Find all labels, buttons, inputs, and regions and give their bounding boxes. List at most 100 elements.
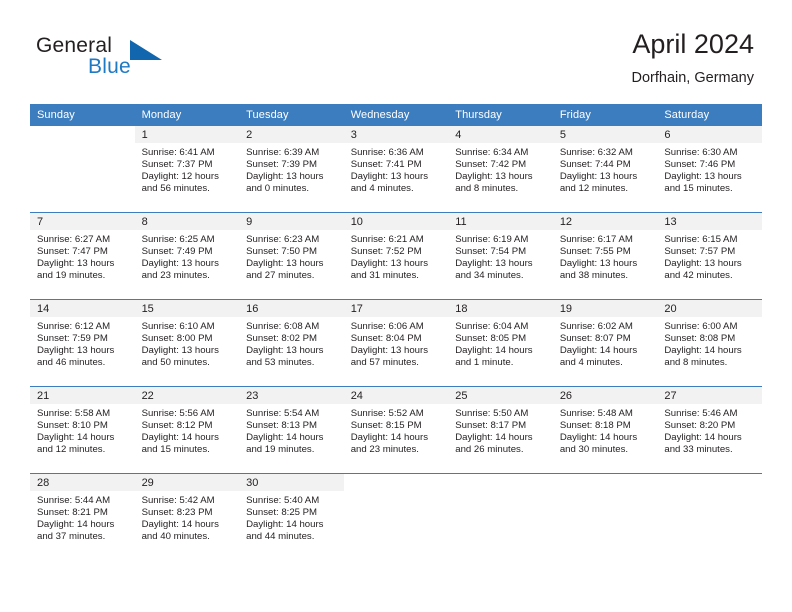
daylight-text-line1: Daylight: 13 hours <box>350 258 429 270</box>
day-cell[interactable]: 28 Sunrise: 5:44 AM Sunset: 8:21 PM Dayligh… <box>30 474 135 564</box>
day-info: Sunrise: 5:40 AM Sunset: 8:25 PM Daylight:… <box>239 491 344 543</box>
sunset-text: Sunset: 8:02 PM <box>246 333 318 345</box>
sunrise-text: Sunrise: 5:46 AM <box>664 408 738 419</box>
daylight-text-line2: and 37 minutes. <box>37 531 106 543</box>
daylight-text-line1: Daylight: 13 hours <box>350 345 429 357</box>
calendar-week-row: 14 Sunrise: 6:12 AM Sunset: 7:59 PM Dayligh… <box>30 299 762 387</box>
daylight-text-line1: Daylight: 14 hours <box>664 345 742 357</box>
calendar-week-row: 28 Sunrise: 5:44 AM Sunset: 8:21 PM Dayligh… <box>30 473 762 564</box>
sunset-text: Sunset: 8:05 PM <box>455 333 527 345</box>
sunrise-text: Sunrise: 6:12 AM <box>37 321 111 332</box>
sunrise-text: Sunrise: 5:52 AM <box>350 408 424 419</box>
brand-logo[interactable]: General Blue <box>36 34 236 90</box>
day-cell[interactable]: 20 Sunrise: 6:00 AM Sunset: 8:08 PM Dayligh… <box>657 300 762 386</box>
day-cell[interactable]: 17 Sunrise: 6:06 AM Sunset: 8:04 PM Dayligh… <box>343 300 449 386</box>
day-cell-empty <box>344 474 449 564</box>
day-cell[interactable]: 8 Sunrise: 6:25 AM Sunset: 7:49 PM Daylight… <box>134 213 240 299</box>
calendar-cell: 20 Sunrise: 6:00 AM Sunset: 8:08 PM Dayligh… <box>657 299 762 387</box>
sunset-text: Sunset: 7:47 PM <box>37 246 108 258</box>
day-number: 22 <box>134 387 240 404</box>
day-cell[interactable]: 1 Sunrise: 6:41 AM Sunset: 7:37 PM Daylight… <box>134 126 240 212</box>
calendar-cell <box>448 473 553 564</box>
sunrise-text: Sunrise: 6:34 AM <box>455 147 529 158</box>
calendar-cell: 23 Sunrise: 5:54 AM Sunset: 8:13 PM Dayligh… <box>239 386 344 474</box>
weekday-header-monday: Monday <box>134 104 240 126</box>
daylight-text-line1: Daylight: 13 hours <box>246 258 324 270</box>
calendar-cell: 16 Sunrise: 6:08 AM Sunset: 8:02 PM Dayligh… <box>239 299 344 387</box>
day-cell[interactable]: 21 Sunrise: 5:58 AM Sunset: 8:10 PM Dayligh… <box>30 387 135 473</box>
day-cell[interactable]: 29 Sunrise: 5:42 AM Sunset: 8:23 PM Dayligh… <box>134 474 240 564</box>
day-cell[interactable]: 18 Sunrise: 6:04 AM Sunset: 8:05 PM Dayligh… <box>448 300 553 386</box>
day-number: 5 <box>552 126 658 143</box>
day-cell-empty <box>553 474 658 564</box>
day-cell[interactable]: 25 Sunrise: 5:50 AM Sunset: 8:17 PM Dayligh… <box>448 387 553 473</box>
daylight-text-line1: Daylight: 14 hours <box>455 345 533 357</box>
calendar-cell: 13 Sunrise: 6:15 AM Sunset: 7:57 PM Dayligh… <box>657 212 762 300</box>
sunset-text: Sunset: 7:52 PM <box>350 246 422 258</box>
day-cell[interactable]: 14 Sunrise: 6:12 AM Sunset: 7:59 PM Dayligh… <box>30 300 135 386</box>
day-info: Sunrise: 6:41 AM Sunset: 7:37 PM Daylight:… <box>135 143 240 195</box>
daylight-text-line1: Daylight: 13 hours <box>37 258 115 270</box>
daylight-text-line1: Daylight: 14 hours <box>246 519 324 531</box>
daylight-text-line1: Daylight: 13 hours <box>141 345 219 357</box>
triangle-icon <box>130 40 162 60</box>
calendar-head: Sunday Monday Tuesday Wednesday Thursday… <box>30 104 762 126</box>
location-subtitle: Dorfhain, Germany <box>631 70 755 86</box>
daylight-text-line2: and 19 minutes. <box>37 270 106 282</box>
sunset-text: Sunset: 8:17 PM <box>455 420 527 432</box>
calendar-cell: 18 Sunrise: 6:04 AM Sunset: 8:05 PM Dayligh… <box>448 299 553 387</box>
calendar-week-row: 21 Sunrise: 5:58 AM Sunset: 8:10 PM Dayligh… <box>30 386 762 474</box>
day-info: Sunrise: 6:12 AM Sunset: 7:59 PM Daylight:… <box>30 317 135 369</box>
daylight-text-line2: and 42 minutes. <box>664 270 733 282</box>
day-cell[interactable]: 10 Sunrise: 6:21 AM Sunset: 7:52 PM Dayligh… <box>343 213 449 299</box>
day-cell[interactable]: 7 Sunrise: 6:27 AM Sunset: 7:47 PM Daylight… <box>30 213 135 299</box>
daylight-text-line1: Daylight: 14 hours <box>37 432 115 444</box>
day-cell[interactable]: 26 Sunrise: 5:48 AM Sunset: 8:18 PM Dayligh… <box>552 387 658 473</box>
daylight-text-line1: Daylight: 13 hours <box>350 171 429 183</box>
day-cell[interactable]: 19 Sunrise: 6:02 AM Sunset: 8:07 PM Dayligh… <box>552 300 658 386</box>
sunrise-text: Sunrise: 5:58 AM <box>37 408 111 419</box>
daylight-text-line1: Daylight: 14 hours <box>664 432 742 444</box>
day-info: Sunrise: 6:34 AM Sunset: 7:42 PM Daylight:… <box>448 143 553 195</box>
daylight-text-line1: Daylight: 13 hours <box>246 171 324 183</box>
calendar-cell: 11 Sunrise: 6:19 AM Sunset: 7:54 PM Dayligh… <box>448 212 553 300</box>
day-info: Sunrise: 6:08 AM Sunset: 8:02 PM Daylight:… <box>239 317 344 369</box>
day-cell[interactable]: 11 Sunrise: 6:19 AM Sunset: 7:54 PM Dayligh… <box>448 213 553 299</box>
day-cell[interactable]: 30 Sunrise: 5:40 AM Sunset: 8:25 PM Dayligh… <box>239 474 344 564</box>
day-cell[interactable]: 13 Sunrise: 6:15 AM Sunset: 7:57 PM Dayligh… <box>657 213 762 299</box>
day-info: Sunrise: 5:56 AM Sunset: 8:12 PM Daylight:… <box>135 404 240 456</box>
day-info: Sunrise: 6:36 AM Sunset: 7:41 PM Daylight:… <box>344 143 449 195</box>
day-cell[interactable]: 15 Sunrise: 6:10 AM Sunset: 8:00 PM Dayligh… <box>134 300 240 386</box>
day-cell[interactable]: 24 Sunrise: 5:52 AM Sunset: 8:15 PM Dayligh… <box>343 387 449 473</box>
day-number: 9 <box>239 213 344 230</box>
daylight-text-line2: and 50 minutes. <box>141 357 210 369</box>
sunrise-text: Sunrise: 6:41 AM <box>141 147 215 158</box>
day-cell[interactable]: 16 Sunrise: 6:08 AM Sunset: 8:02 PM Dayligh… <box>239 300 344 386</box>
day-info: Sunrise: 5:44 AM Sunset: 8:21 PM Daylight:… <box>30 491 135 543</box>
day-cell[interactable]: 27 Sunrise: 5:46 AM Sunset: 8:20 PM Dayligh… <box>657 387 762 473</box>
day-number: 3 <box>343 126 449 143</box>
day-info: Sunrise: 6:30 AM Sunset: 7:46 PM Daylight:… <box>657 143 762 195</box>
day-cell[interactable]: 2 Sunrise: 6:39 AM Sunset: 7:39 PM Daylight… <box>239 126 344 212</box>
calendar-cell: 12 Sunrise: 6:17 AM Sunset: 7:55 PM Dayligh… <box>552 212 658 300</box>
daylight-text-line2: and 30 minutes. <box>559 444 629 456</box>
day-info: Sunrise: 6:19 AM Sunset: 7:54 PM Daylight:… <box>448 230 553 282</box>
daylight-text-line2: and 23 minutes. <box>141 270 210 282</box>
sunrise-text: Sunrise: 6:27 AM <box>37 234 111 245</box>
day-cell[interactable]: 22 Sunrise: 5:56 AM Sunset: 8:12 PM Dayligh… <box>134 387 240 473</box>
daylight-text-line1: Daylight: 13 hours <box>664 258 742 270</box>
daylight-text-line2: and 15 minutes. <box>664 183 733 195</box>
sunset-text: Sunset: 8:08 PM <box>664 333 736 345</box>
day-cell[interactable]: 9 Sunrise: 6:23 AM Sunset: 7:50 PM Daylight… <box>239 213 344 299</box>
calendar-cell: 26 Sunrise: 5:48 AM Sunset: 8:18 PM Dayligh… <box>552 386 658 474</box>
day-cell[interactable]: 4 Sunrise: 6:34 AM Sunset: 7:42 PM Daylight… <box>448 126 553 212</box>
day-cell[interactable]: 3 Sunrise: 6:36 AM Sunset: 7:41 PM Daylight… <box>343 126 449 212</box>
day-cell[interactable]: 12 Sunrise: 6:17 AM Sunset: 7:55 PM Dayligh… <box>552 213 658 299</box>
day-number: 13 <box>657 213 762 230</box>
day-cell[interactable]: 6 Sunrise: 6:30 AM Sunset: 7:46 PM Daylight… <box>657 126 762 212</box>
calendar-cell: 29 Sunrise: 5:42 AM Sunset: 8:23 PM Dayligh… <box>134 473 240 564</box>
day-number: 2 <box>239 126 344 143</box>
sunset-text: Sunset: 8:25 PM <box>246 507 318 519</box>
day-cell[interactable]: 23 Sunrise: 5:54 AM Sunset: 8:13 PM Dayligh… <box>239 387 344 473</box>
day-cell[interactable]: 5 Sunrise: 6:32 AM Sunset: 7:44 PM Daylight… <box>552 126 658 212</box>
